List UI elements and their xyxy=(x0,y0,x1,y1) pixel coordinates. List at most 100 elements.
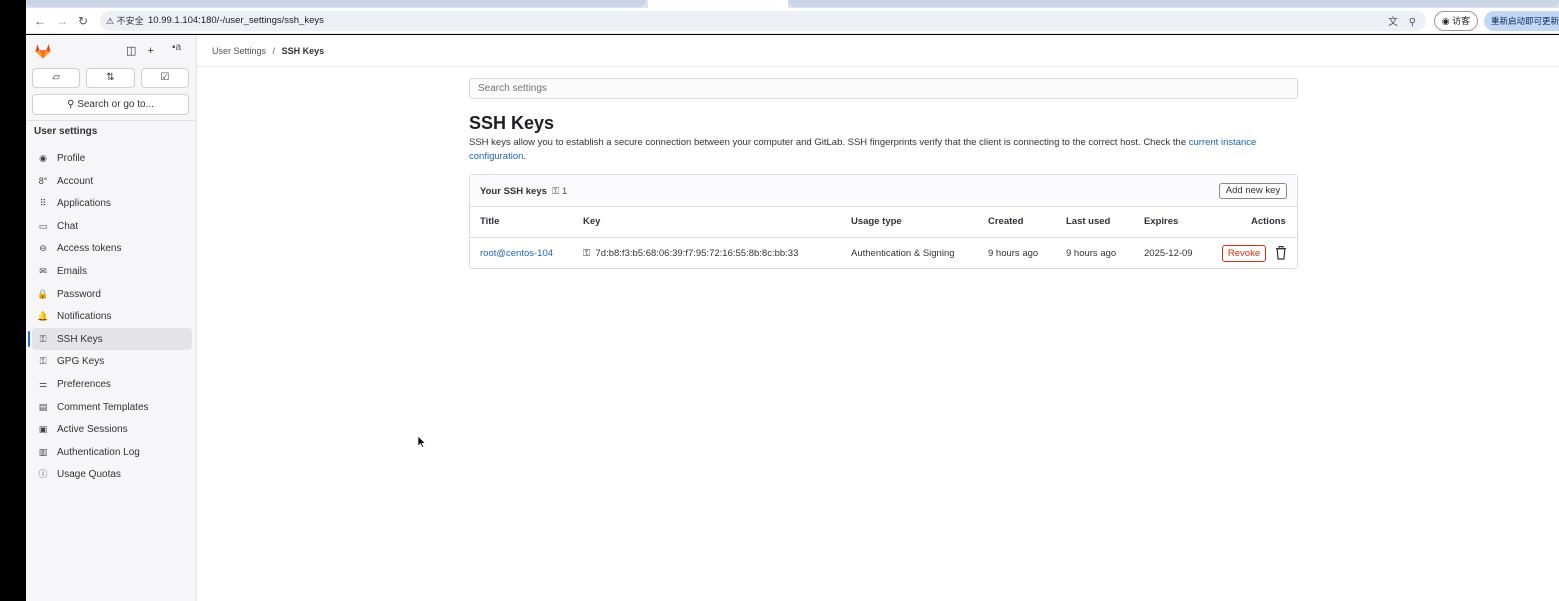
sidebar-item-ssh-keys[interactable]: ⚿ SSH Keys xyxy=(28,327,192,351)
page-description: SSH keys allow you to establish a secure… xyxy=(469,137,1257,162)
revoke-button[interactable]: Revoke xyxy=(1222,245,1266,262)
sidebar-item-label: Account xyxy=(57,175,94,187)
sidebar-item-label: GPG Keys xyxy=(57,356,105,368)
reload-icon[interactable]: ↻ xyxy=(75,13,91,29)
browser-tab-active[interactable] xyxy=(648,0,788,8)
avatar[interactable]: ▪a xyxy=(172,42,181,53)
column-header-key: Key xyxy=(583,216,601,227)
card-title: Your SSH keys xyxy=(480,186,547,197)
trash-icon[interactable] xyxy=(1275,246,1287,260)
sidebar-top-actions: ◫ + xyxy=(126,44,162,57)
merge-requests-icon[interactable]: ⇅ xyxy=(86,68,135,88)
breadcrumb-separator: / xyxy=(272,46,276,56)
settings-search-input[interactable]: Search settings xyxy=(469,78,1298,99)
warning-icon: ⚠ xyxy=(106,16,115,26)
applications-icon: ⠿ xyxy=(39,198,47,209)
issues-icon[interactable]: ▱ xyxy=(32,68,81,88)
sidebar-item-notifications[interactable]: 🔔 Notifications xyxy=(32,305,192,328)
sidebar-item-label: Access tokens xyxy=(57,243,122,255)
column-header-created: Created xyxy=(988,216,1024,227)
usage-type: Authentication & Signing xyxy=(851,248,955,259)
ssh-keys-card: Your SSH keys ⚿ 1 Add new key Title Key … xyxy=(469,174,1298,269)
sidebar-item-label: Password xyxy=(57,288,101,300)
sidebar-item-emails[interactable]: ✉ Emails xyxy=(32,260,192,283)
column-header-actions: Actions xyxy=(1251,216,1286,227)
last-used-date: 9 hours ago xyxy=(1066,248,1117,259)
token-icon: ⊖ xyxy=(39,243,47,254)
key-icon: ⚿ xyxy=(552,186,560,197)
todo-icon[interactable]: ☑ xyxy=(140,68,189,88)
sidebar-item-label: Usage Quotas xyxy=(57,469,121,481)
sidebar-item-label: Active Sessions xyxy=(57,424,128,436)
omnibox-actions: 文 ⚲ xyxy=(1388,13,1416,28)
sidebar-toggle-icon[interactable]: ◫ xyxy=(126,45,136,57)
lock-icon: 🔒 xyxy=(37,288,49,299)
key-icon: ⚿ xyxy=(39,333,47,344)
translate-icon[interactable]: 文 xyxy=(1388,17,1398,28)
url-text[interactable]: 10.99.1.104:180/-/user_settings/ssh_keys xyxy=(148,14,324,28)
gitlab-logo-icon[interactable] xyxy=(34,42,52,60)
key-fingerprint: ⚿ 7d:b8:f3:b5:68:06:39:f7:95:72:16:55:8b… xyxy=(583,248,799,259)
sidebar-item-password[interactable]: 🔒 Password xyxy=(32,283,192,306)
sidebar-item-label: SSH Keys xyxy=(57,333,103,345)
zoom-icon[interactable]: ⚲ xyxy=(1409,17,1416,28)
forward-icon[interactable]: → xyxy=(54,13,70,29)
sidebar-item-active-sessions[interactable]: ▣ Active Sessions xyxy=(32,418,192,441)
browser-tab-strip xyxy=(26,0,1559,8)
comment-icon: ▤ xyxy=(38,401,48,412)
address-bar[interactable]: ⚠ 不安全 10.99.1.104:180/-/user_settings/ss… xyxy=(100,11,1426,31)
bell-icon: 🔔 xyxy=(37,311,49,322)
divider xyxy=(197,66,1559,67)
guest-profile-button[interactable]: ◉ 访客 xyxy=(1434,11,1478,31)
mouse-cursor-icon xyxy=(418,436,426,448)
key-title-link[interactable]: root@centos-104 xyxy=(480,248,553,259)
chat-icon: ▭ xyxy=(38,220,48,231)
sidebar: ◫ + ▪a ▱ ⇅ ☑ ⚲ Search or go to... User s… xyxy=(26,35,197,601)
sidebar-item-usage-quotas[interactable]: ⓘ Usage Quotas xyxy=(32,463,192,486)
sidebar-item-label: Emails xyxy=(57,265,88,277)
quota-icon: ⓘ xyxy=(38,469,48,480)
search-go-button[interactable]: ⚲ Search or go to... xyxy=(32,94,189,115)
add-new-key-button[interactable]: Add new key xyxy=(1219,183,1287,199)
column-header-last-used: Last used xyxy=(1066,216,1111,227)
sidebar-item-account[interactable]: 8° Account xyxy=(32,170,192,193)
breadcrumb-parent-link[interactable]: User Settings xyxy=(212,46,266,56)
person-icon: ◉ xyxy=(1441,16,1450,26)
email-icon: ✉ xyxy=(39,265,47,276)
sidebar-nav: ◉ Profile 8° Account ⠿ Applications ▭ Chat ⊖ Acce… xyxy=(28,147,192,486)
sidebar-item-label: Authentication Log xyxy=(57,446,140,458)
breadcrumb-current: SSH Keys xyxy=(281,46,325,56)
sidebar-item-profile[interactable]: ◉ Profile xyxy=(32,147,192,170)
sidebar-item-label: Profile xyxy=(57,153,86,164)
sidebar-item-comment-templates[interactable]: ▤ Comment Templates xyxy=(32,396,192,419)
sidebar-item-label: Notifications xyxy=(57,311,112,323)
sidebar-item-access-tokens[interactable]: ⊖ Access tokens xyxy=(32,237,192,260)
browser-tab[interactable] xyxy=(26,0,646,7)
search-icon: ⚲ xyxy=(67,99,75,110)
sidebar-item-gpg-keys[interactable]: ⚿ GPG Keys xyxy=(32,350,192,373)
card-header: Your SSH keys ⚿ 1 Add new key xyxy=(470,175,1297,207)
column-header-usage-type: Usage type xyxy=(851,216,902,227)
breadcrumb: User Settings / SSH Keys xyxy=(212,46,324,56)
account-icon: 8° xyxy=(38,175,48,186)
monitor-icon: ▣ xyxy=(38,424,48,435)
browser-tab[interactable] xyxy=(788,0,1559,7)
main-content: User Settings / SSH Keys Search settings… xyxy=(197,35,1559,601)
preferences-icon: ⚌ xyxy=(38,378,48,389)
sidebar-item-label: Preferences xyxy=(57,378,111,390)
sidebar-item-chat[interactable]: ▭ Chat xyxy=(32,215,192,238)
key-icon: ⚿ xyxy=(583,248,591,259)
insecure-warning[interactable]: ⚠ 不安全 xyxy=(106,14,144,28)
plus-icon[interactable]: + xyxy=(147,45,153,57)
created-date: 9 hours ago xyxy=(988,248,1039,259)
divider xyxy=(470,237,1297,238)
sidebar-item-label: Chat xyxy=(57,220,79,232)
update-button[interactable]: 重新启动即可更新 ⋮ xyxy=(1484,11,1559,31)
browser-toolbar: ← → ↻ ⚠ 不安全 10.99.1.104:180/-/user_setti… xyxy=(26,8,1559,34)
sidebar-item-preferences[interactable]: ⚌ Preferences xyxy=(32,373,192,396)
sidebar-heading: User settings xyxy=(34,126,98,137)
column-header-expires: Expires xyxy=(1144,216,1179,227)
sidebar-item-applications[interactable]: ⠿ Applications xyxy=(32,192,192,215)
sidebar-item-authentication-log[interactable]: ▥ Authentication Log xyxy=(32,441,192,464)
back-icon[interactable]: ← xyxy=(32,13,48,29)
